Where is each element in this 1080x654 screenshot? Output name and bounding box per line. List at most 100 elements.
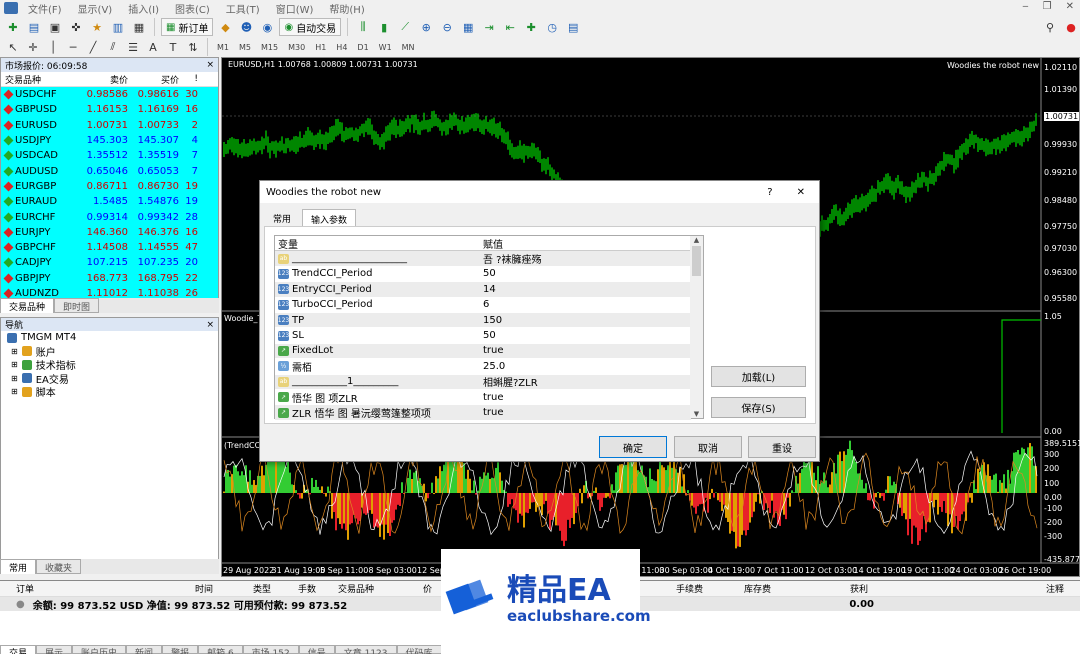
terminal-icon[interactable]: ▥ [109,18,127,36]
param-row[interactable]: ↗ ZLR 悟华 图 暑沅缨莺篷整项项 true [275,405,691,421]
col-type[interactable]: 类型 [253,582,298,595]
col-lots[interactable]: 手数 [298,582,338,595]
market-row[interactable]: USDJPY 145.303 145.307 4 [1,132,218,149]
param-row[interactable]: 123 SL 50 [275,328,691,344]
tf-h4[interactable]: H4 [332,43,351,52]
param-value[interactable]: 150 [480,315,691,326]
tab-common[interactable]: 常用 [265,209,299,227]
horizontal-line-icon[interactable]: ─ [64,38,82,56]
save-button[interactable]: 保存(S) [711,397,806,418]
market-row[interactable]: EURUSD 1.00731 1.00733 2 [1,117,218,133]
strategy-tester-icon[interactable]: ▦ [130,18,148,36]
load-button[interactable]: 加载(L) [711,366,806,387]
market-row[interactable]: AUDUSD 0.65046 0.65053 7 [1,163,218,179]
nav-root[interactable]: TMGM MT4 [1,331,218,345]
channel-icon[interactable]: ⫽ [104,38,122,56]
scroll-up-icon[interactable]: ▲ [690,236,703,244]
close-icon[interactable]: ✕ [797,187,805,198]
periods-icon[interactable]: ◷ [543,18,561,36]
param-row[interactable]: 123 TrendCCI_Period 50 [275,266,691,283]
community-icon[interactable]: ☻ [237,18,255,36]
tf-m15[interactable]: M15 [257,43,282,52]
market-row[interactable]: CADJPY 107.215 107.235 20 [1,255,218,271]
market-row[interactable]: USDCHF 0.98586 0.98616 30 [1,87,218,103]
tab-common[interactable]: 常用 [0,559,37,574]
terminal-tab[interactable]: 文章 1123 [334,645,397,654]
scroll-down-icon[interactable]: ▼ [690,410,703,418]
market-row[interactable]: EURCHF 0.99314 0.99342 28 [1,209,218,225]
navigator-icon[interactable]: ★ [88,18,106,36]
param-row[interactable]: ab ___________1_________ 相蝌腥?ZLR [275,374,691,390]
param-value[interactable]: 50 [480,268,691,279]
tf-m5[interactable]: M5 [235,43,255,52]
expand-icon[interactable]: ⊞ [11,347,18,356]
col-profit[interactable]: 获利 [850,582,1046,595]
terminal-tab[interactable]: 市场 152 [242,645,299,654]
indicators-icon[interactable]: ✚ [522,18,540,36]
minimize-icon[interactable]: ‒ [1022,1,1028,12]
scroll-thumb[interactable] [692,246,701,276]
expand-icon[interactable]: ⊞ [11,360,18,369]
param-value[interactable]: true [480,345,691,356]
auto-trade-button[interactable]: ◉ 自动交易 [279,18,342,36]
metaeditor-icon[interactable]: ◆ [216,18,234,36]
cursor-icon[interactable]: ↖ [4,38,22,56]
expand-icon[interactable]: ⊞ [11,374,18,383]
col-swap[interactable]: 库存费 [744,582,850,595]
label-icon[interactable]: T [164,38,182,56]
market-row[interactable]: GBPUSD 1.16153 1.16169 16 [1,102,218,118]
vertical-line-icon[interactable]: │ [44,38,62,56]
col-commission[interactable]: 手续费 [676,582,744,595]
close-icon[interactable]: × [206,60,214,70]
param-value[interactable]: 6 [480,299,691,310]
tf-h1[interactable]: H1 [311,43,330,52]
menu-help[interactable]: 帮助(H) [321,1,372,16]
param-value[interactable]: true [480,407,691,418]
help-icon[interactable]: ? [767,187,772,198]
restore-icon[interactable]: ❐ [1043,1,1052,12]
param-row[interactable]: 123 EntryCCI_Period 14 [275,282,691,298]
terminal-tab[interactable]: 交易 [0,645,37,654]
param-row[interactable]: 123 TP 150 [275,312,691,329]
terminal-tab[interactable]: 邮箱 6 [198,645,243,654]
new-chart-icon[interactable]: ✚ [4,18,22,36]
nav-item-scripts[interactable]: ⊞ 脚本 [1,385,218,399]
nav-item-accounts[interactable]: ⊞ 账户 [1,345,218,359]
market-row[interactable]: EURJPY 146.360 146.376 16 [1,224,218,240]
tile-windows-icon[interactable]: ▦ [459,18,477,36]
col-ask[interactable]: 买价 [128,73,179,86]
reset-button[interactable]: 重设 [748,436,816,458]
bar-chart-icon[interactable]: ⫼ [354,18,372,36]
scrollbar[interactable]: ▲ ▼ [690,236,703,418]
trendline-icon[interactable]: ╱ [84,38,102,56]
col-bid[interactable]: 卖价 [84,73,128,86]
market-row[interactable]: GBPCHF 1.14508 1.14555 47 [1,239,218,256]
close-icon[interactable]: ✕ [1066,1,1074,12]
text-icon[interactable]: A [144,38,162,56]
close-icon[interactable]: × [206,320,214,330]
vps-icon[interactable]: ◉ [258,18,276,36]
col-time[interactable]: 时间 [195,582,253,595]
param-row[interactable]: ½ 需栢 25.0 [275,359,691,375]
templates-icon[interactable]: ▤ [564,18,582,36]
col-spread[interactable]: ! [179,74,200,84]
profiles-icon[interactable]: ▤ [25,18,43,36]
market-row[interactable]: GBPJPY 168.773 168.795 22 [1,270,218,286]
chat-icon[interactable]: ● [1062,18,1080,36]
menu-tools[interactable]: 工具(T) [218,1,268,16]
arrows-icon[interactable]: ⇅ [184,38,202,56]
col-value[interactable]: 赋值 [480,236,703,251]
param-row[interactable]: ↗ 悟华 图 项ZLR true [275,389,691,406]
menu-view[interactable]: 显示(V) [70,1,121,16]
tab-tick-chart[interactable]: 即时图 [54,298,100,313]
col-order[interactable]: 订单 [0,582,195,595]
candle-chart-icon[interactable]: ▮ [375,18,393,36]
menu-chart[interactable]: 图表(C) [167,1,218,16]
cancel-button[interactable]: 取消 [674,436,742,458]
ok-button[interactable]: 确定 [599,436,667,458]
market-row[interactable]: USDCAD 1.35512 1.35519 7 [1,148,218,164]
tf-m1[interactable]: M1 [213,43,233,52]
terminal-tab[interactable]: 展示 [36,645,73,654]
col-symbol[interactable]: 交易品种 [1,73,84,86]
tab-inputs[interactable]: 输入参数 [302,209,357,227]
